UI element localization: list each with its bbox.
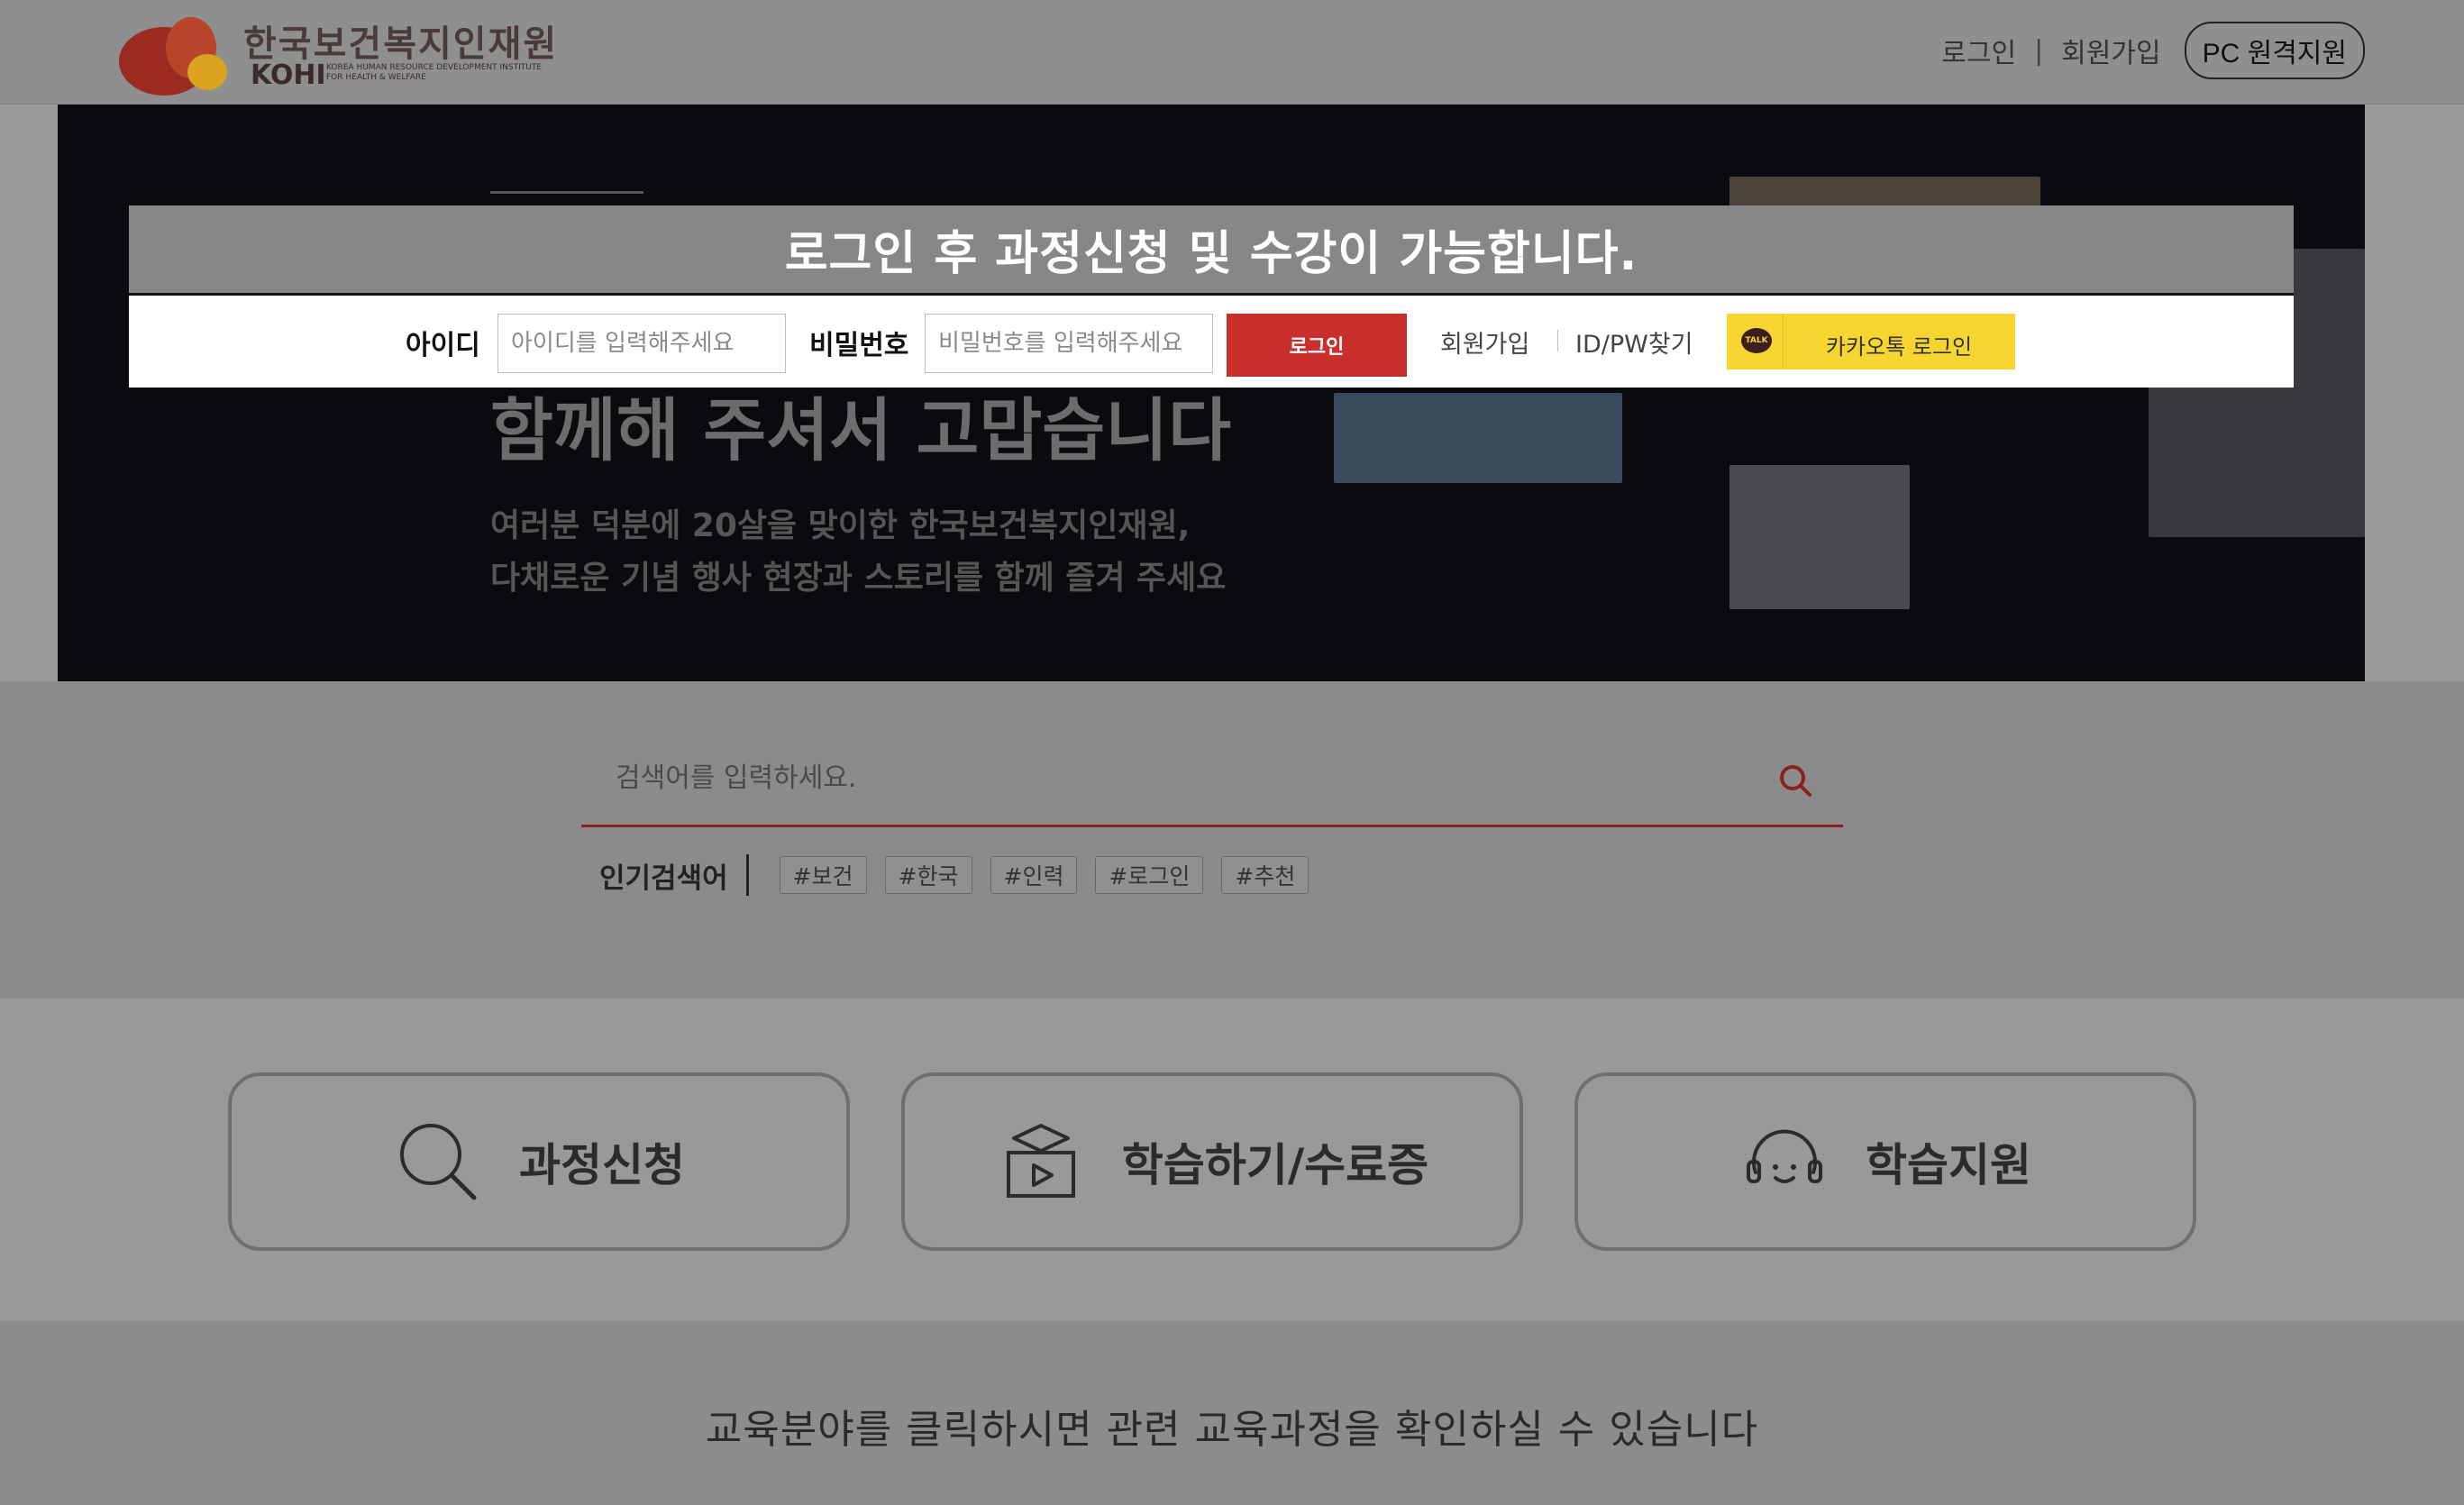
quick-actions: 과정신청 학습하기/수료증 학습지원 — [0, 999, 2464, 1321]
logo-subtitle: KOREA HUMAN RESOURCE DEVELOPMENT INSTITU… — [326, 63, 543, 82]
education-field-section: 교육분야를 클릭하시면 관련 교육과정을 확인하실 수 있습니다 — [0, 1321, 2464, 1505]
headset-icon — [1747, 1129, 1822, 1183]
banner-description-line2: 다채로운 기념 행사 현장과 스토리를 함께 즐겨 주세요 — [490, 560, 1227, 597]
search-input[interactable] — [581, 732, 1843, 827]
keyword-tag[interactable]: #로그인 — [1095, 856, 1204, 894]
kakao-talk-icon: TALK — [1741, 328, 1772, 353]
education-field-guide-text: 교육분야를 클릭하시면 관련 교육과정을 확인하실 수 있습니다 — [705, 1407, 1759, 1453]
banner-title: 함께해 주셔서 고맙습니다 — [490, 390, 1232, 470]
keyword-tag[interactable]: #추천 — [1221, 856, 1310, 894]
id-label: 아이디 — [406, 330, 480, 361]
login-submit-button[interactable]: 로그인 — [1227, 314, 1407, 377]
banner-divider — [490, 191, 643, 194]
search-icon — [400, 1124, 477, 1200]
kakao-login-label: 카카오톡 로그인 — [1825, 334, 1973, 360]
pc-remote-support-button[interactable]: PC 원격지원 — [2184, 22, 2365, 79]
site-logo[interactable]: 한국보건복지인재원 KOHI KOREA HUMAN RESOURCE DEVE… — [108, 7, 577, 97]
learning-certificate-button[interactable]: 학습하기/수료증 — [901, 1072, 1523, 1251]
banner-description-line1: 여러분 덕분에 20살을 맞이한 한국보건복지인재원, — [490, 507, 1191, 544]
find-id-pw-link[interactable]: ID/PW찾기 — [1575, 324, 1693, 360]
login-notice-bar: 로그인 후 과정신청 및 수강이 가능합니다. — [129, 205, 2294, 296]
keyword-tag[interactable]: #인력 — [990, 856, 1078, 894]
learning-support-button[interactable]: 학습지원 — [1574, 1072, 2196, 1251]
keyword-tag[interactable]: #한국 — [884, 856, 972, 894]
top-links: 로그인 | 회원가입 PC 원격지원 — [1941, 22, 2365, 79]
header-signup-link[interactable]: 회원가입 — [2061, 31, 2160, 70]
site-header: 한국보건복지인재원 KOHI KOREA HUMAN RESOURCE DEVE… — [0, 0, 2464, 105]
banner-photo — [1729, 465, 1910, 609]
banner-photo — [1334, 393, 1622, 483]
link-separator — [1557, 330, 1558, 351]
search-icon[interactable] — [1777, 762, 1813, 798]
password-input[interactable] — [925, 314, 1213, 373]
keyword-tag[interactable]: #보건 — [779, 856, 867, 894]
graduation-video-icon — [1006, 1124, 1075, 1198]
popular-keywords-divider — [745, 854, 749, 896]
learning-certificate-label: 학습하기/수료증 — [1121, 1139, 1429, 1191]
signup-link[interactable]: 회원가입 — [1440, 324, 1529, 360]
popular-keywords-label: 인기검색어 — [599, 862, 728, 895]
id-input[interactable] — [497, 314, 786, 373]
course-application-button[interactable]: 과정신청 — [228, 1072, 850, 1251]
header-link-separator: | — [2034, 34, 2044, 67]
login-form: 아이디 비밀번호 로그인 회원가입 ID/PW찾기 TALK 카카오톡 로그인 — [129, 296, 2294, 388]
popular-keywords: 인기검색어 #보건 #한국 #인력 #로그인 #추천 — [599, 853, 1327, 898]
header-login-link[interactable]: 로그인 — [1941, 31, 2016, 70]
search-section: 인기검색어 #보건 #한국 #인력 #로그인 #추천 — [0, 681, 2464, 999]
password-label: 비밀번호 — [809, 330, 909, 361]
course-application-label: 과정신청 — [519, 1139, 685, 1191]
kakao-login-button[interactable]: TALK 카카오톡 로그인 — [1727, 314, 2015, 369]
login-notice-text: 로그인 후 과정신청 및 수강이 가능합니다. — [784, 227, 1638, 281]
learning-support-label: 학습지원 — [1866, 1139, 2031, 1191]
hero-banner[interactable]: 함께해 주셔서 고맙습니다 여러분 덕분에 20살을 맞이한 한국보건복지인재원… — [58, 105, 2365, 681]
logo-english-name: KOHI — [251, 59, 326, 91]
